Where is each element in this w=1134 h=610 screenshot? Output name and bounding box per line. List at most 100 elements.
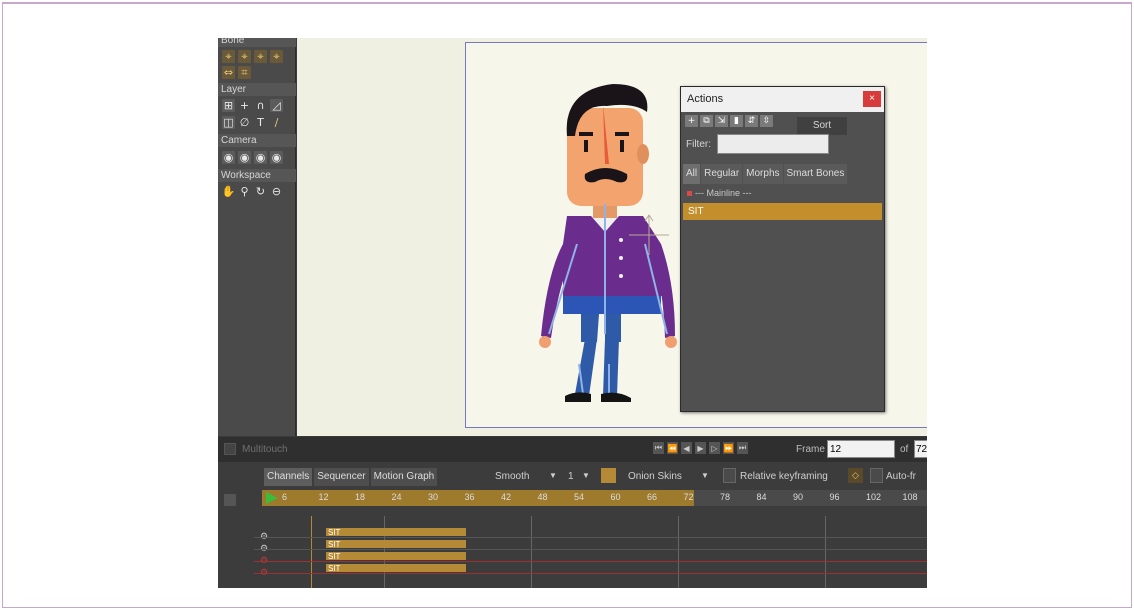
action-reference-bar[interactable]	[326, 564, 466, 572]
actions-title: Actions	[687, 93, 724, 105]
layer-tools-row-2: ◫ ∅ T ∕	[222, 116, 283, 129]
action-reference-bar[interactable]	[326, 528, 466, 536]
pencil-tool-icon[interactable]: ∕	[270, 116, 283, 129]
track-label: SIT	[328, 564, 341, 573]
auto-freeze-label: Auto-fr	[886, 471, 917, 482]
actions-toolbar: + ⧉ ⇲ ▮ ⇵ ⇳	[685, 115, 773, 127]
play-icon[interactable]: ▶	[695, 442, 706, 454]
bone-tools-row-1: ⌖ ⌖ ⌖ ⌖	[222, 50, 283, 63]
action-item-sit[interactable]: SIT	[683, 203, 882, 220]
track-row[interactable]: SIT	[254, 552, 927, 562]
ruler-tick-label: 72	[683, 492, 694, 502]
pan-camera-tool-icon[interactable]: ◉	[270, 151, 283, 164]
delete-action-icon[interactable]: ▮	[730, 115, 743, 127]
tab-all[interactable]: All	[683, 164, 701, 184]
chevron-down-icon[interactable]: ▼	[549, 471, 557, 480]
select-bone-tool-icon[interactable]: ⌖	[222, 50, 235, 63]
close-icon[interactable]: ×	[863, 91, 881, 107]
workspace-section-label: Workspace	[221, 170, 271, 181]
workspace-section-header: Workspace	[218, 169, 296, 182]
tab-sequencer[interactable]: Sequencer	[314, 468, 369, 486]
track-row[interactable]: SIT	[254, 528, 927, 538]
duplicate-action-icon[interactable]: ⧉	[700, 115, 713, 127]
onion-skins-label[interactable]: Onion Skins	[628, 471, 682, 482]
rotate-workspace-tool-icon[interactable]: ↻	[254, 185, 267, 198]
playback-bar: Multitouch ⏮ ⏪ ◀ ▶ ▷ ⏩ ⏭ Frame of	[218, 437, 927, 462]
action-reference-bar[interactable]	[326, 540, 466, 548]
bind-layer-tool-icon[interactable]: ⇔	[222, 66, 235, 79]
track-row[interactable]: SIT	[254, 564, 927, 574]
ruler-tick-label: 66	[647, 492, 658, 502]
onion-skin-icon[interactable]	[601, 468, 616, 483]
ruler-tick-label: 102	[866, 492, 882, 502]
tab-regular[interactable]: Regular	[701, 164, 743, 184]
text-tool-icon[interactable]: T	[254, 116, 267, 129]
tab-morphs[interactable]: Morphs	[743, 164, 783, 184]
ruler-tick-label: 48	[537, 492, 548, 502]
ruler-tick-label: 90	[793, 492, 804, 502]
mainline-marker-icon	[687, 191, 692, 196]
workspace-tools-row: ✋ ⚲ ↻ ⊖	[222, 185, 283, 198]
tab-channels[interactable]: Channels	[264, 468, 313, 486]
previous-frame-icon[interactable]: ◀	[681, 442, 692, 454]
new-action-icon[interactable]: +	[685, 115, 698, 127]
frame-label: Frame	[796, 444, 825, 455]
relative-keyframing-checkbox[interactable]	[723, 468, 736, 483]
previous-keyframe-icon[interactable]: ⏪	[667, 442, 678, 454]
track-camera-tool-icon[interactable]: ◉	[222, 151, 235, 164]
import-action-icon[interactable]: ⇵	[745, 115, 758, 127]
action-reference-bar[interactable]	[326, 552, 466, 560]
auto-freeze-checkbox[interactable]	[870, 468, 883, 483]
translate-bone-tool-icon[interactable]: ⌖	[238, 50, 251, 63]
export-action-icon[interactable]: ⇳	[760, 115, 773, 127]
multitouch-label: Multitouch	[242, 444, 288, 455]
action-item-mainline[interactable]: --- Mainline ---	[683, 186, 882, 201]
rotate-layer-tool-icon[interactable]: ∩	[254, 99, 267, 112]
action-item-label: --- Mainline ---	[695, 188, 752, 198]
frame-input[interactable]	[827, 440, 895, 458]
layer-section-label: Layer	[221, 84, 247, 95]
timeline-ruler[interactable]: 6 12 18 24 30 36 42 48 54 60 66 72 78 84 90 96 102 108	[262, 490, 927, 506]
bone-section-label: Bone	[221, 38, 245, 46]
multitouch-checkbox[interactable]	[224, 443, 236, 455]
hand-tool-icon[interactable]: ✋	[222, 185, 236, 198]
timeline-panel: Channels Sequencer Motion Graph Smooth ▼…	[218, 462, 927, 588]
ruler-tick-label: 96	[829, 492, 840, 502]
layer-visibility-icon[interactable]	[224, 494, 236, 506]
zoom-camera-tool-icon[interactable]: ◉	[238, 151, 251, 164]
sort-button[interactable]: Sort	[797, 117, 847, 135]
translate-layer-tool-icon[interactable]: +	[238, 99, 251, 112]
fast-forward-icon[interactable]: ⏭	[737, 442, 748, 454]
set-origin-tool-icon[interactable]: ⊞	[222, 99, 235, 112]
rewind-icon[interactable]: ⏮	[653, 442, 664, 454]
actions-titlebar[interactable]: Actions ×	[681, 87, 884, 112]
next-frame-icon[interactable]: ▷	[709, 442, 720, 454]
filter-input[interactable]	[717, 134, 829, 154]
rotate-bone-tool-icon[interactable]: ⌖	[270, 50, 283, 63]
next-keyframe-icon[interactable]: ⏩	[723, 442, 734, 454]
roll-camera-tool-icon[interactable]: ◉	[254, 151, 267, 164]
ruler-tick-label: 6	[282, 492, 288, 502]
keyframe-icon[interactable]: ◇	[848, 468, 863, 483]
chevron-down-icon[interactable]: ▼	[582, 471, 590, 480]
total-frames-input[interactable]	[914, 440, 927, 458]
chevron-down-icon[interactable]: ▼	[701, 471, 709, 480]
interpolation-dropdown[interactable]: Smooth	[495, 471, 529, 482]
shear-layer-tool-icon[interactable]: ∅	[238, 116, 251, 129]
insert-action-icon[interactable]: ⇲	[715, 115, 728, 127]
tab-motion-graph[interactable]: Motion Graph	[370, 468, 438, 486]
ruler-tick-label: 30	[428, 492, 439, 502]
interpolation-step-value[interactable]: 1	[568, 471, 574, 482]
zoom-tool-icon[interactable]: ⚲	[238, 185, 251, 198]
scale-layer-tool-icon[interactable]: ◿	[270, 99, 283, 112]
orbit-workspace-tool-icon[interactable]: ⊖	[270, 185, 283, 198]
tab-smart-bones[interactable]: Smart Bones	[783, 164, 848, 184]
bind-points-tool-icon[interactable]: ⌗	[238, 66, 251, 79]
ruler-tick-label: 18	[355, 492, 366, 502]
ruler-tick-label: 84	[756, 492, 767, 502]
scale-bone-tool-icon[interactable]: ⌖	[254, 50, 267, 63]
track-label: SIT	[328, 540, 341, 549]
flip-layer-tool-icon[interactable]: ◫	[222, 116, 235, 129]
track-label: SIT	[328, 528, 341, 537]
track-row[interactable]: SIT	[254, 540, 927, 550]
